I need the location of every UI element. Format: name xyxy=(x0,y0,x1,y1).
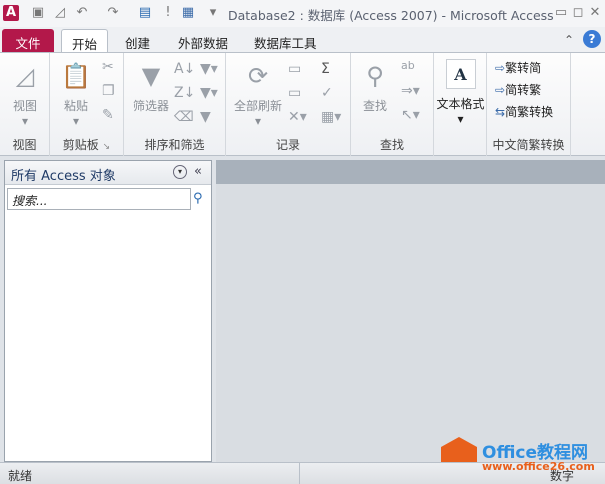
filter-button[interactable]: ▼ 筛选器 xyxy=(128,61,174,114)
font-icon: A xyxy=(445,59,476,89)
cut-icon[interactable]: ✂ xyxy=(102,59,114,75)
access-logo-icon: A xyxy=(3,5,19,21)
selection-filter-icon[interactable]: ▼▾ xyxy=(200,61,218,77)
goto-icon[interactable]: ⇒▾ xyxy=(401,83,420,99)
paste-icon: 📋 xyxy=(61,62,91,90)
form-icon[interactable]: ▤ xyxy=(137,5,153,21)
watermark-url: www.office26.com xyxy=(482,460,595,473)
group-find: ⚲ 查找 ab ⇒▾ ↖▾ 查找 xyxy=(351,53,434,156)
trad-to-simp-label: 繁转简 xyxy=(505,61,542,75)
totals-icon[interactable]: Σ xyxy=(321,61,330,77)
paste-button[interactable]: 📋 粘贴 ▾ xyxy=(56,61,96,128)
nav-menu-icon[interactable]: ▾ xyxy=(173,165,187,179)
format-painter-icon[interactable]: ✎ xyxy=(102,107,114,123)
paste-label: 粘贴 xyxy=(63,99,88,113)
search-input[interactable]: 搜索... xyxy=(7,188,191,210)
nav-title[interactable]: 所有 Access 对象 xyxy=(11,165,116,184)
minimize-button[interactable]: ▭ xyxy=(553,5,569,21)
filter-icon: ▼ xyxy=(141,62,161,90)
simp-to-trad-label: 简转繁 xyxy=(505,83,542,97)
conversion-icon: ⇆ xyxy=(495,105,506,119)
collapse-nav-icon[interactable]: « xyxy=(194,164,202,179)
help-icon[interactable]: ? xyxy=(583,30,601,48)
design-view-icon[interactable]: ◿ xyxy=(52,5,68,21)
group-label-records: 记录 xyxy=(275,138,300,152)
text-format-button[interactable]: A 文本格式 ▾ xyxy=(434,59,487,126)
undo-icon[interactable]: ↶ xyxy=(74,5,90,21)
group-label-find: 查找 xyxy=(379,138,404,152)
status-text: 就绪 xyxy=(8,469,33,483)
clear-sort-icon[interactable]: ⌫ xyxy=(174,109,194,125)
sort-descending-icon[interactable]: Z↓ xyxy=(174,85,195,101)
binoculars-icon: ⚲ xyxy=(366,62,384,90)
trad-to-simp-icon: ⇨ xyxy=(495,61,506,75)
view-button[interactable]: ◿ 视图 ▾ xyxy=(5,61,45,128)
spelling-icon[interactable]: ✓ xyxy=(321,85,333,101)
delete-record-icon[interactable]: ✕▾ xyxy=(288,109,307,125)
group-label-sort: 排序和筛选 xyxy=(144,138,205,152)
title-bar: A ▣ ◿ ↶ ↷ ▤ ! ▦ ▾ Database2 : 数据库 (Acces… xyxy=(0,0,605,27)
dialog-launcher-icon[interactable]: ↘ xyxy=(103,142,111,152)
restore-button[interactable]: ◻ xyxy=(570,5,586,21)
minimize-ribbon-icon[interactable]: ⌃ xyxy=(564,33,574,47)
tab-external-data[interactable]: 外部数据 xyxy=(168,29,238,53)
view-icon: ◿ xyxy=(15,62,35,90)
group-label-clipboard: 剪贴板 ↘ xyxy=(50,136,123,153)
navigation-pane: 所有 Access 对象 ▾ « 搜索... ⚲ xyxy=(4,160,212,462)
copy-icon[interactable]: ❐ xyxy=(102,83,115,99)
refresh-label: 全部刷新 xyxy=(233,99,282,113)
simp-to-trad-icon: ⇨ xyxy=(495,83,506,97)
close-button[interactable]: ✕ xyxy=(587,5,603,21)
main-workspace xyxy=(216,160,605,462)
group-records: ⟳ 全部刷新 ▾ ▭ ▭ ✕▾ Σ ✓ ▦▾ 记录 xyxy=(226,53,351,156)
replace-icon[interactable]: ab xyxy=(401,59,415,72)
more-icon[interactable]: ▦▾ xyxy=(321,109,341,125)
tab-file[interactable]: 文件 xyxy=(2,29,54,53)
ribbon: ◿ 视图 ▾ 视图 📋 粘贴 ▾ ✂ ❐ ✎ 剪贴板 ↘ ▼ 筛选器 A↓ Z↓ ⌫ ▼▾… xyxy=(0,52,605,156)
group-clipboard: 📋 粘贴 ▾ ✂ ❐ ✎ 剪贴板 ↘ xyxy=(50,53,124,156)
save-icon[interactable]: ▣ xyxy=(30,5,46,21)
toggle-filter-icon[interactable]: ▼ xyxy=(200,109,211,125)
group-chinese-conversion: ⇨繁转简 ⇨简转繁 ⇆简繁转换 中文简繁转换 xyxy=(487,53,571,156)
group-text-format: A 文本格式 ▾ xyxy=(434,53,487,156)
text-format-label: 文本格式 xyxy=(436,97,485,111)
search-icon[interactable]: ⚲ xyxy=(193,191,203,206)
nav-header[interactable]: 所有 Access 对象 ▾ « xyxy=(5,161,211,185)
select-icon[interactable]: ↖▾ xyxy=(401,107,420,123)
new-record-icon[interactable]: ▭ xyxy=(288,61,301,77)
group-view: ◿ 视图 ▾ 视图 xyxy=(0,53,50,156)
tab-create[interactable]: 创建 xyxy=(115,29,160,53)
sort-ascending-icon[interactable]: A↓ xyxy=(174,61,195,77)
clipboard-label: 剪贴板 xyxy=(62,138,99,152)
advanced-filter-icon[interactable]: ▼▾ xyxy=(200,85,218,101)
save-record-icon[interactable]: ▭ xyxy=(288,85,301,101)
ribbon-tabs: 文件 开始 创建 外部数据 数据库工具 ⌃ ? xyxy=(0,27,605,53)
trad-to-simp-button[interactable]: ⇨繁转简 xyxy=(495,59,541,76)
table-icon[interactable]: ▦ xyxy=(180,5,196,21)
find-label: 查找 xyxy=(362,99,387,113)
window-title: Database2 : 数据库 (Access 2007) - Microsof… xyxy=(228,8,554,23)
redo-icon[interactable]: ↷ xyxy=(105,5,121,21)
status-divider xyxy=(299,463,300,484)
group-label-chinese: 中文简繁转换 xyxy=(492,138,565,152)
view-button-label: 视图 xyxy=(12,99,37,113)
customize-quick-access-icon[interactable]: ▾ xyxy=(205,5,221,21)
group-sort-filter: ▼ 筛选器 A↓ Z↓ ⌫ ▼▾ ▼▾ ▼ 排序和筛选 xyxy=(124,53,226,156)
run-icon[interactable]: ! xyxy=(160,5,176,21)
tab-home[interactable]: 开始 xyxy=(61,29,109,53)
refresh-icon: ⟳ xyxy=(247,62,269,90)
conversion-label: 简繁转换 xyxy=(505,105,554,119)
group-label-view: 视图 xyxy=(12,138,37,152)
filter-label: 筛选器 xyxy=(132,99,169,113)
simp-to-trad-button[interactable]: ⇨简转繁 xyxy=(495,81,541,98)
workspace-header xyxy=(216,160,605,184)
tab-database-tools[interactable]: 数据库工具 xyxy=(244,29,327,53)
find-button[interactable]: ⚲ 查找 xyxy=(355,61,395,114)
refresh-all-button[interactable]: ⟳ 全部刷新 ▾ xyxy=(230,61,286,128)
conversion-button[interactable]: ⇆简繁转换 xyxy=(495,103,553,120)
